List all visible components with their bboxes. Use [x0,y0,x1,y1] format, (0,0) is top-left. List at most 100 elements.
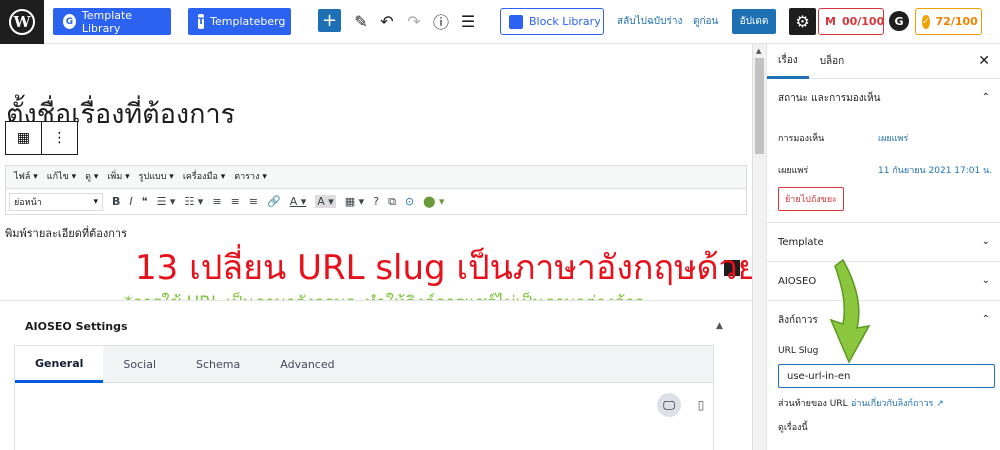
block-library-label: Block Library [529,15,601,28]
aioseo-tab-content: 🖵 ▯ [14,383,714,450]
chevron-down-icon: ▾ [93,196,98,207]
templateberg-button[interactable]: T Templateberg [188,8,291,35]
template-library-button[interactable]: G Template Library [53,8,171,35]
template-title: Template [778,236,824,248]
publish-date-link[interactable]: 11 กันยายน 2021 17:01 น. [878,163,992,177]
text-color-icon[interactable]: A ▾ [290,195,307,208]
tab-general[interactable]: General [15,346,104,383]
table-icon[interactable]: ▦ ▾ [345,195,364,208]
paragraph-format-value: ย่อหน้า [14,197,42,208]
classic-format-toolbar: ย่อหน้า ▾ B I ❝ ☰ ▾ ☷ ▾ ≡ ≡ ≡ 🔗 A ▾ A ▾ … [6,188,746,214]
url-end-label: ส่วนท้ายของ URL [778,399,848,409]
bold-icon[interactable]: B [112,195,120,208]
help-icon[interactable]: ? [373,195,379,208]
block-library-icon [509,14,523,29]
chevron-down-icon: ⌄ [981,275,990,286]
settings-sidebar: เรื่อง บล็อก ✕ สถานะ และการมองเห็น ⌃ การ… [766,44,1000,450]
redo-icon[interactable]: ↷ [403,10,425,32]
tab-block[interactable]: บล็อก [809,44,856,79]
numbered-list-icon[interactable]: ☷ ▾ [184,195,203,208]
visibility-value-link[interactable]: เผยแพร่ [878,131,908,145]
editor-scrollbar[interactable]: ▲ [752,44,766,450]
classic-menu-bar: ไฟล์ ▾ แก้ไข ▾ ดู ▾ เพิ่ม ▾ รูปแบบ ▾ เคร… [14,169,267,183]
menu-tools[interactable]: เครื่องมือ ▾ [183,169,225,183]
background-color-icon[interactable]: A ▾ [315,195,336,208]
url-slug-label: URL Slug [778,346,819,356]
tab-post[interactable]: เรื่อง [767,44,809,79]
undo-icon[interactable]: ↶ [376,10,398,32]
post-content-text[interactable]: พิมพ์รายละเอียดที่ต้องการ [5,224,127,242]
status-visibility-section: สถานะ และการมองเห็น ⌃ การมองเห็น เผยแพร่… [767,79,1000,223]
paragraph-format-select[interactable]: ย่อหน้า ▾ [9,192,103,211]
add-block-button[interactable]: + [318,9,341,32]
update-button[interactable]: อัปเดต [732,9,776,34]
paste-icon[interactable]: ⧉ [388,195,396,209]
status-visibility-title: สถานะ และการมองเห็น [778,92,881,104]
permalink-section: ลิงก์ถาวร ⌃ URL Slug ส่วนท้ายของ URL อ่า… [767,301,1000,450]
templateberg-label: Templateberg [210,15,286,28]
info-icon[interactable]: ⓘ [430,10,452,32]
seo-score-2: 72/100 [935,15,978,28]
menu-edit[interactable]: แก้ไข ▾ [47,169,76,183]
pen-icon[interactable]: ✎ [350,10,372,32]
menu-table[interactable]: ตาราง ▾ [234,169,267,183]
block-toolbar: ▦ ⋮ [5,121,78,155]
bullet-list-icon[interactable]: ☰ ▾ [157,195,176,208]
status-visibility-heading[interactable]: สถานะ และการมองเห็น ⌃ [767,79,1000,117]
seo-score-button-2[interactable]: ✓ 72/100 [915,8,982,35]
switch-to-draft-link[interactable]: สลับไปฉบับร่าง [617,14,682,29]
link-icon[interactable]: 🔗 [267,195,281,208]
block-more-options-icon[interactable]: ⋮ [42,122,77,154]
scroll-thumb[interactable] [755,58,764,154]
collapse-icon[interactable]: ▲ [716,321,723,331]
permalink-heading[interactable]: ลิงก์ถาวร ⌃ [767,301,1000,339]
templateberg-icon: T [198,14,205,29]
block-type-icon[interactable]: ▦ [6,122,42,154]
align-center-icon[interactable]: ≡ [231,195,240,208]
italic-icon[interactable]: I [129,195,132,208]
editor-canvas: ตั้งชื่อเรื่องที่ต้องการ ▦ ⋮ ไฟล์ ▾ แก้ไ… [0,44,758,450]
tab-advanced[interactable]: Advanced [260,346,354,383]
move-to-trash-button[interactable]: ย้ายไปถังขยะ [778,187,844,211]
seo-score-icon-2: ✓ [922,14,930,29]
aioseo-title: AIOSEO [778,275,817,287]
gear-icon: ⚙ [795,12,810,31]
align-right-icon[interactable]: ≡ [249,195,258,208]
template-heading[interactable]: Template ⌄ [767,223,1000,261]
block-library-button[interactable]: Block Library [500,8,604,35]
wordpress-logo-button[interactable]: W [0,0,44,44]
mobile-preview-icon[interactable]: ▯ [693,393,709,417]
seo-score-icon-1: M [825,15,836,28]
tab-schema[interactable]: Schema [176,346,260,383]
menu-format[interactable]: รูปแบบ ▾ [139,169,174,183]
aioseo-heading[interactable]: AIOSEO ⌄ [767,262,1000,300]
url-slug-input[interactable] [778,364,995,388]
blockquote-icon[interactable]: ❝ [142,195,148,208]
preview-link[interactable]: ดูก่อน [693,14,718,29]
seo-score-button-1[interactable]: M 00/100 [818,8,884,35]
wp-editor-screen: W G Template Library T Templateberg + ✎ … [0,0,1000,450]
scroll-up-icon[interactable]: ▲ [756,47,761,55]
chevron-up-icon: ⌃ [981,314,990,325]
tab-social[interactable]: Social [103,346,176,383]
outline-icon[interactable]: ☰ [457,10,479,32]
aioseo-section: AIOSEO ⌄ [767,262,1000,301]
close-icon[interactable]: ✕ [978,53,990,69]
plugin-leaf-icon[interactable]: ⬤ ▾ [423,195,444,208]
plugin-icon[interactable]: ⊙ [405,195,414,208]
classic-editor-toolbar: ไฟล์ ▾ แก้ไข ▾ ดู ▾ เพิ่ม ▾ รูปแบบ ▾ เคร… [5,165,747,215]
menu-insert[interactable]: เพิ่ม ▾ [107,169,129,183]
aioseo-settings-title: AIOSEO Settings [25,320,128,333]
aioseo-settings-panel: AIOSEO Settings ▲ General Social Schema … [0,300,752,450]
menu-view[interactable]: ดู ▾ [85,169,98,183]
desktop-preview-icon[interactable]: 🖵 [657,393,681,417]
view-post-label: ดูเรื่องนี้ [778,423,808,433]
align-left-icon[interactable]: ≡ [212,195,221,208]
seo-plugin-badge-icon[interactable]: G [889,11,909,31]
top-toolbar: W G Template Library T Templateberg + ✎ … [0,0,1000,44]
template-library-icon: G [63,14,76,29]
read-about-permalinks-link[interactable]: อ่านเกี่ยวกับลิงก์ถาวร ↗ [851,396,944,410]
menu-file[interactable]: ไฟล์ ▾ [14,169,38,183]
settings-gear-button[interactable]: ⚙ [789,8,816,35]
template-library-label: Template Library [81,8,133,35]
